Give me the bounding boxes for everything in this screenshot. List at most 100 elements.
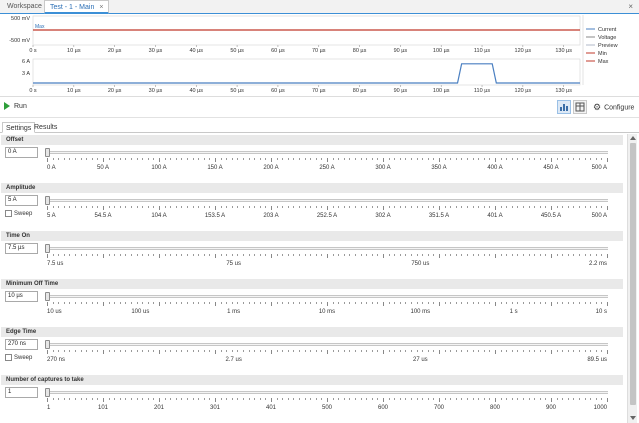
tick-mark <box>371 206 373 208</box>
section-title: Edge Time <box>1 327 623 337</box>
tick-mark <box>579 398 580 400</box>
tick-mark <box>411 254 412 256</box>
app-window: Workspace Test - 1 - Main × × 500 mV -500 … <box>0 0 639 423</box>
table-view-icon[interactable] <box>573 100 587 114</box>
legend-item-preview: Preview <box>598 43 618 49</box>
tick-mark <box>338 254 340 256</box>
tab-test-main[interactable]: Test - 1 - Main × <box>44 0 110 14</box>
y-tick-label: 3 A <box>22 71 30 77</box>
value-input[interactable]: 270 ns <box>5 339 38 350</box>
slider-track[interactable] <box>45 343 608 346</box>
slider-tick-label: 201 <box>153 405 165 411</box>
value-input[interactable]: 1 <box>5 387 38 398</box>
run-button[interactable]: Run <box>4 101 27 113</box>
slider-thumb[interactable] <box>45 340 50 349</box>
tick-mark <box>276 254 278 256</box>
tick-mark <box>489 350 491 352</box>
slider-thumb[interactable] <box>45 196 50 205</box>
tick-mark <box>276 350 278 352</box>
slider-thumb[interactable] <box>45 148 50 157</box>
value-input[interactable]: 7.5 µs <box>5 243 38 254</box>
tick-mark <box>478 350 480 352</box>
slider-track[interactable] <box>45 151 608 154</box>
tick-mark <box>321 254 323 256</box>
x-tick-label: 130 µs <box>555 48 572 54</box>
vertical-scrollbar[interactable] <box>627 134 637 423</box>
slider-ticks <box>47 302 608 306</box>
tick-mark <box>75 302 76 304</box>
tick-mark <box>444 350 446 352</box>
tick-mark <box>511 398 513 400</box>
tick-mark <box>506 158 508 160</box>
tick-mark <box>226 302 228 304</box>
tick-mark <box>131 302 132 304</box>
slider-track[interactable] <box>45 295 608 298</box>
tick-mark <box>226 398 228 400</box>
tick-mark <box>231 158 233 160</box>
tab-results[interactable]: Results <box>31 122 60 133</box>
tick-mark <box>388 398 390 400</box>
tick-mark <box>259 206 261 208</box>
tick-mark <box>394 302 396 304</box>
tick-mark <box>125 350 127 352</box>
tick-mark <box>265 158 267 160</box>
slider-track[interactable] <box>45 247 608 250</box>
value-input[interactable]: 5 A <box>5 195 38 206</box>
tick-mark <box>321 158 323 160</box>
tick-mark <box>108 350 110 352</box>
tick-mark <box>114 206 116 208</box>
close-icon[interactable]: × <box>628 0 633 14</box>
chart-view-icon[interactable] <box>557 100 571 114</box>
tick-mark <box>478 254 480 256</box>
tick-mark <box>159 206 160 210</box>
tick-mark <box>159 302 160 306</box>
tick-mark <box>545 158 547 160</box>
setting-section: Minimum Off Time 10 µs 10 us 100 us 1 ms 10 m… <box>0 278 626 326</box>
tick-mark <box>170 350 172 352</box>
tick-mark <box>103 254 104 258</box>
tick-mark <box>444 254 446 256</box>
tick-mark <box>506 350 508 352</box>
configure-button[interactable]: ⚙ Configure <box>593 102 634 113</box>
tick-mark <box>248 302 250 304</box>
scroll-up-icon[interactable] <box>630 136 636 140</box>
slider-track[interactable] <box>45 199 608 202</box>
tick-mark <box>411 158 412 160</box>
tick-mark <box>450 206 452 208</box>
slider-thumb[interactable] <box>45 292 50 301</box>
tick-mark <box>125 254 127 256</box>
slider-thumb[interactable] <box>45 388 50 397</box>
scroll-down-icon[interactable] <box>630 416 636 420</box>
tick-mark <box>601 206 603 208</box>
tab-close-icon[interactable]: × <box>99 4 103 11</box>
sweep-checkbox[interactable]: Sweep <box>5 210 32 218</box>
tick-mark <box>523 302 524 304</box>
tick-mark <box>276 206 278 208</box>
value-input[interactable]: 10 µs <box>5 291 38 302</box>
slider-track[interactable] <box>45 391 608 394</box>
tick-mark <box>472 158 474 160</box>
slider-thumb[interactable] <box>45 244 50 253</box>
tick-mark <box>215 206 216 210</box>
tick-mark <box>164 206 166 208</box>
tick-mark <box>147 206 149 208</box>
tick-mark <box>125 158 127 160</box>
tab-workspace[interactable]: Workspace <box>2 0 47 14</box>
x-tick-label: 100 µs <box>433 48 450 54</box>
tick-mark <box>343 398 345 400</box>
tick-mark <box>528 158 530 160</box>
value-input[interactable]: 0 A <box>5 147 38 158</box>
tick-mark <box>265 254 267 256</box>
tick-mark <box>276 398 278 400</box>
scrollbar-thumb[interactable] <box>630 143 636 405</box>
tick-mark <box>405 254 407 256</box>
tick-mark <box>383 254 384 258</box>
sweep-checkbox[interactable]: Sweep <box>5 354 32 362</box>
slider-tick-label: 100 ms <box>410 309 431 315</box>
x-tick-label: 30 µs <box>149 48 163 54</box>
tick-mark <box>388 302 390 304</box>
tick-mark <box>299 302 300 304</box>
slider-tick-label: 10 ms <box>318 309 336 315</box>
tick-mark <box>47 350 48 354</box>
tick-mark <box>91 254 93 256</box>
